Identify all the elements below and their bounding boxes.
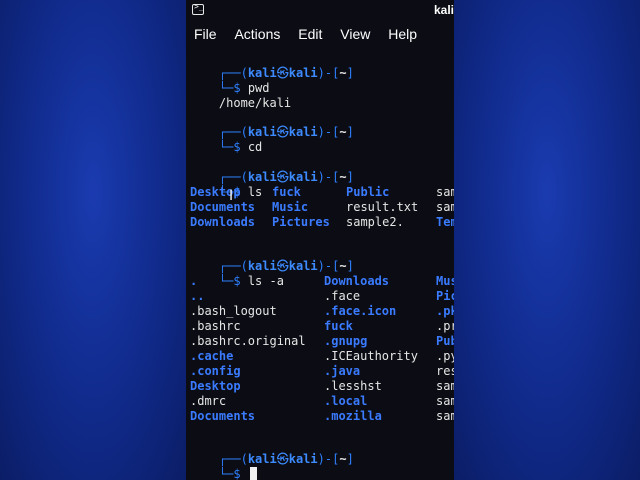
file-list-item: .face: [324, 289, 361, 303]
prompt-command-line: └─$ ls -a: [218, 274, 284, 288]
status-bar: >_ kali: [186, 0, 454, 22]
prompt-command-line: └─$ pwd: [218, 81, 270, 95]
file-list-item: sam: [436, 200, 454, 214]
prompt-header: ┌──(kali㉿kali)-[~]: [218, 452, 354, 466]
file-list-item: fuck: [272, 185, 301, 199]
file-list-item: Mus: [436, 274, 454, 288]
file-list-item: .java: [324, 364, 361, 378]
file-list-item: sam: [436, 394, 454, 408]
file-list-item: Downloads: [190, 215, 256, 229]
file-list-item: Public: [346, 185, 390, 199]
menu-edit[interactable]: Edit: [298, 26, 322, 42]
file-list-item: .dmrc: [190, 394, 227, 408]
file-list-item: .cache: [190, 349, 234, 363]
file-list-item: sam: [436, 409, 454, 423]
prompt-header: ┌──(kali㉿kali)-[~]: [218, 125, 354, 139]
menu-bar: File Actions Edit View Help: [194, 26, 431, 46]
file-list-item: res: [436, 364, 454, 378]
file-list-item: .bashrc.original: [190, 334, 306, 348]
text-cursor: [249, 467, 257, 480]
prompt-header: ┌──(kali㉿kali)-[~]: [218, 66, 354, 80]
prompt-command-line: └─$ cd: [218, 140, 263, 154]
status-title: kali: [433, 3, 454, 17]
file-list-item: .local: [324, 394, 368, 408]
file-list-item: Tem: [436, 215, 454, 229]
file-list-item: ..: [190, 289, 205, 303]
file-list-item: Downloads: [324, 274, 390, 288]
file-list-item: .py: [436, 349, 454, 363]
file-list-item: result.txt: [346, 200, 419, 214]
menu-help[interactable]: Help: [388, 26, 417, 42]
command-text: cd: [247, 140, 263, 154]
file-list-item: .: [190, 274, 198, 288]
file-list-item: Pic: [436, 289, 454, 303]
file-list-item: Music: [272, 200, 309, 214]
terminal-window: >_ kali File Actions Edit View Help ┌──(…: [186, 0, 454, 480]
file-list-item: sample2.: [346, 215, 404, 229]
file-list-item: .pk: [436, 304, 454, 318]
file-list-item: .mozilla: [324, 409, 382, 423]
file-list-item: sam: [436, 379, 454, 393]
active-prompt-line[interactable]: └─$: [190, 452, 257, 480]
command-output: /home/kali: [218, 96, 292, 110]
file-list-item: .pr: [436, 319, 454, 333]
file-list-item: Pub: [436, 334, 454, 348]
file-list-item: Documents: [190, 409, 256, 423]
left-background: [0, 0, 186, 480]
file-list-item: fuck: [324, 319, 353, 333]
file-list-item: .gnupg: [324, 334, 368, 348]
command-text: ls: [247, 185, 263, 199]
file-list-item: .bashrc: [190, 319, 241, 333]
file-list-item: .lesshst: [324, 379, 382, 393]
command-text: ls -a: [247, 274, 284, 288]
file-list-item: .face.icon: [324, 304, 397, 318]
file-list-item: sam: [436, 185, 454, 199]
right-background: [454, 0, 640, 480]
prompt-header: ┌──(kali㉿kali)-[~]: [218, 259, 354, 273]
file-list-item: .bash_logout: [190, 304, 277, 318]
prompt-command-line: └─$ ls: [218, 185, 263, 199]
file-list-item: Documents: [190, 200, 256, 214]
menu-view[interactable]: View: [340, 26, 370, 42]
prompt-header: ┌──(kali㉿kali)-[~]: [218, 170, 354, 184]
terminal-app-icon[interactable]: >_: [192, 2, 204, 15]
menu-actions[interactable]: Actions: [234, 26, 280, 42]
file-list-item: Pictures: [272, 215, 330, 229]
file-list-item: .config: [190, 364, 241, 378]
menu-file[interactable]: File: [194, 26, 217, 42]
file-list-item: .ICEauthority: [324, 349, 418, 363]
file-list-item: Desktop: [190, 379, 241, 393]
ibeam-cursor-icon: I: [229, 188, 234, 204]
